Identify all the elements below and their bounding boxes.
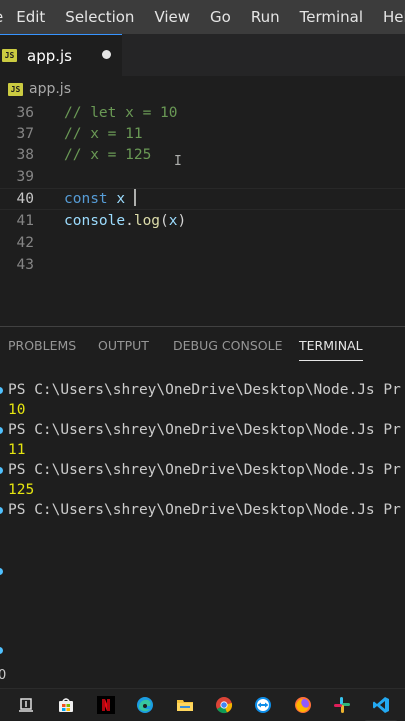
command-decoration-icon[interactable] [0, 387, 3, 394]
menu-bar: e Edit Selection View Go Run Terminal He… [0, 0, 405, 34]
code-editor[interactable]: 36 // let x = 10 37 // x = 11 38 // x = … [0, 102, 405, 326]
line-number: 42 [16, 235, 34, 251]
code-line: 40 const x [0, 188, 405, 210]
menu-terminal[interactable]: Terminal [300, 8, 363, 26]
code-comment: // x = 11 [64, 126, 143, 142]
code-line: 37 // x = 11 [0, 123, 405, 145]
tab-problems[interactable]: PROBLEMS [8, 327, 76, 365]
store-icon[interactable] [57, 696, 75, 714]
mouse-ibeam-icon: I [174, 154, 182, 169]
terminal-output: 10 [8, 402, 26, 418]
javascript-file-icon: JS [8, 82, 23, 96]
task-view-icon[interactable] [17, 696, 35, 714]
command-decoration-icon[interactable] [0, 467, 3, 474]
menu-run[interactable]: Run [251, 8, 280, 26]
menu-view[interactable]: View [154, 8, 190, 26]
netflix-icon[interactable] [97, 696, 115, 714]
code-statement: console.log(x) [64, 210, 186, 232]
unsaved-dot-icon[interactable] [102, 50, 111, 59]
line-number: 37 [16, 126, 34, 142]
javascript-file-icon: JS [2, 49, 17, 62]
line-number: 41 [16, 213, 34, 229]
status-fragment: 0 [0, 668, 7, 683]
bottom-panel: PROBLEMS OUTPUT DEBUG CONSOLE TERMINAL P… [0, 326, 405, 668]
editor-tab-bar: JS app.js [0, 34, 405, 76]
command-decoration-icon[interactable] [0, 427, 3, 434]
menu-edit[interactable]: Edit [16, 8, 45, 26]
code-line: 43 [0, 254, 405, 276]
line-number: 39 [16, 169, 34, 185]
menu-help[interactable]: Help [383, 8, 405, 26]
line-number: 40 [16, 191, 34, 207]
code-line: 41 console.log(x) [0, 210, 405, 232]
edge-icon[interactable] [136, 696, 154, 714]
code-line: 39 [0, 166, 405, 188]
command-decoration-icon[interactable] [0, 568, 3, 575]
code-paren-open: ( [160, 213, 169, 229]
tab-debug-console[interactable]: DEBUG CONSOLE [173, 327, 282, 365]
breadcrumb-file[interactable]: app.js [29, 81, 71, 97]
command-decoration-icon[interactable] [0, 507, 3, 514]
terminal-line: PS C:\Users\shrey\OneDrive\Desktop\Node.… [8, 382, 401, 398]
code-line: 38 // x = 125 [0, 144, 405, 166]
code-argument: x [168, 213, 178, 229]
terminal-line: PS C:\Users\shrey\OneDrive\Desktop\Node.… [8, 502, 401, 518]
code-dot: . [125, 213, 134, 229]
vscode-icon[interactable] [364, 689, 398, 721]
chrome-icon[interactable] [215, 696, 233, 714]
menu-selection[interactable]: Selection [65, 8, 134, 26]
code-statement: const x [64, 188, 136, 210]
terminal-output: 125 [8, 482, 35, 498]
command-decoration-icon[interactable] [0, 647, 3, 654]
tab-label: app.js [27, 46, 72, 65]
line-number: 43 [16, 257, 34, 273]
code-paren-close: ) [177, 213, 187, 229]
line-number: 38 [16, 147, 34, 163]
line-number: 36 [16, 105, 34, 121]
code-comment: // x = 125 [64, 147, 152, 163]
terminal-line: PS C:\Users\shrey\OneDrive\Desktop\Node.… [8, 422, 401, 438]
slack-icon[interactable] [333, 696, 351, 714]
tab-app-js[interactable]: JS app.js [0, 34, 122, 76]
tab-output[interactable]: OUTPUT [98, 327, 149, 365]
code-keyword: const [64, 191, 108, 207]
code-line: 36 // let x = 10 [0, 102, 405, 124]
terminal-line: PS C:\Users\shrey\OneDrive\Desktop\Node.… [8, 462, 401, 478]
code-comment: // let x = 10 [64, 105, 178, 121]
code-method: log [133, 213, 161, 229]
text-cursor [133, 189, 136, 206]
teamviewer-icon[interactable] [254, 696, 272, 714]
file-explorer-icon[interactable] [176, 696, 194, 714]
menu-file[interactable]: e [0, 8, 3, 26]
breadcrumb: JS app.js [0, 76, 405, 102]
firefox-icon[interactable] [294, 696, 312, 714]
code-identifier: x [116, 191, 126, 207]
terminal-output: 11 [8, 442, 26, 458]
code-object: console [64, 213, 126, 229]
menu-go[interactable]: Go [210, 8, 231, 26]
taskbar [0, 688, 405, 721]
code-line: 42 [0, 232, 405, 254]
tab-terminal[interactable]: TERMINAL [299, 327, 363, 365]
